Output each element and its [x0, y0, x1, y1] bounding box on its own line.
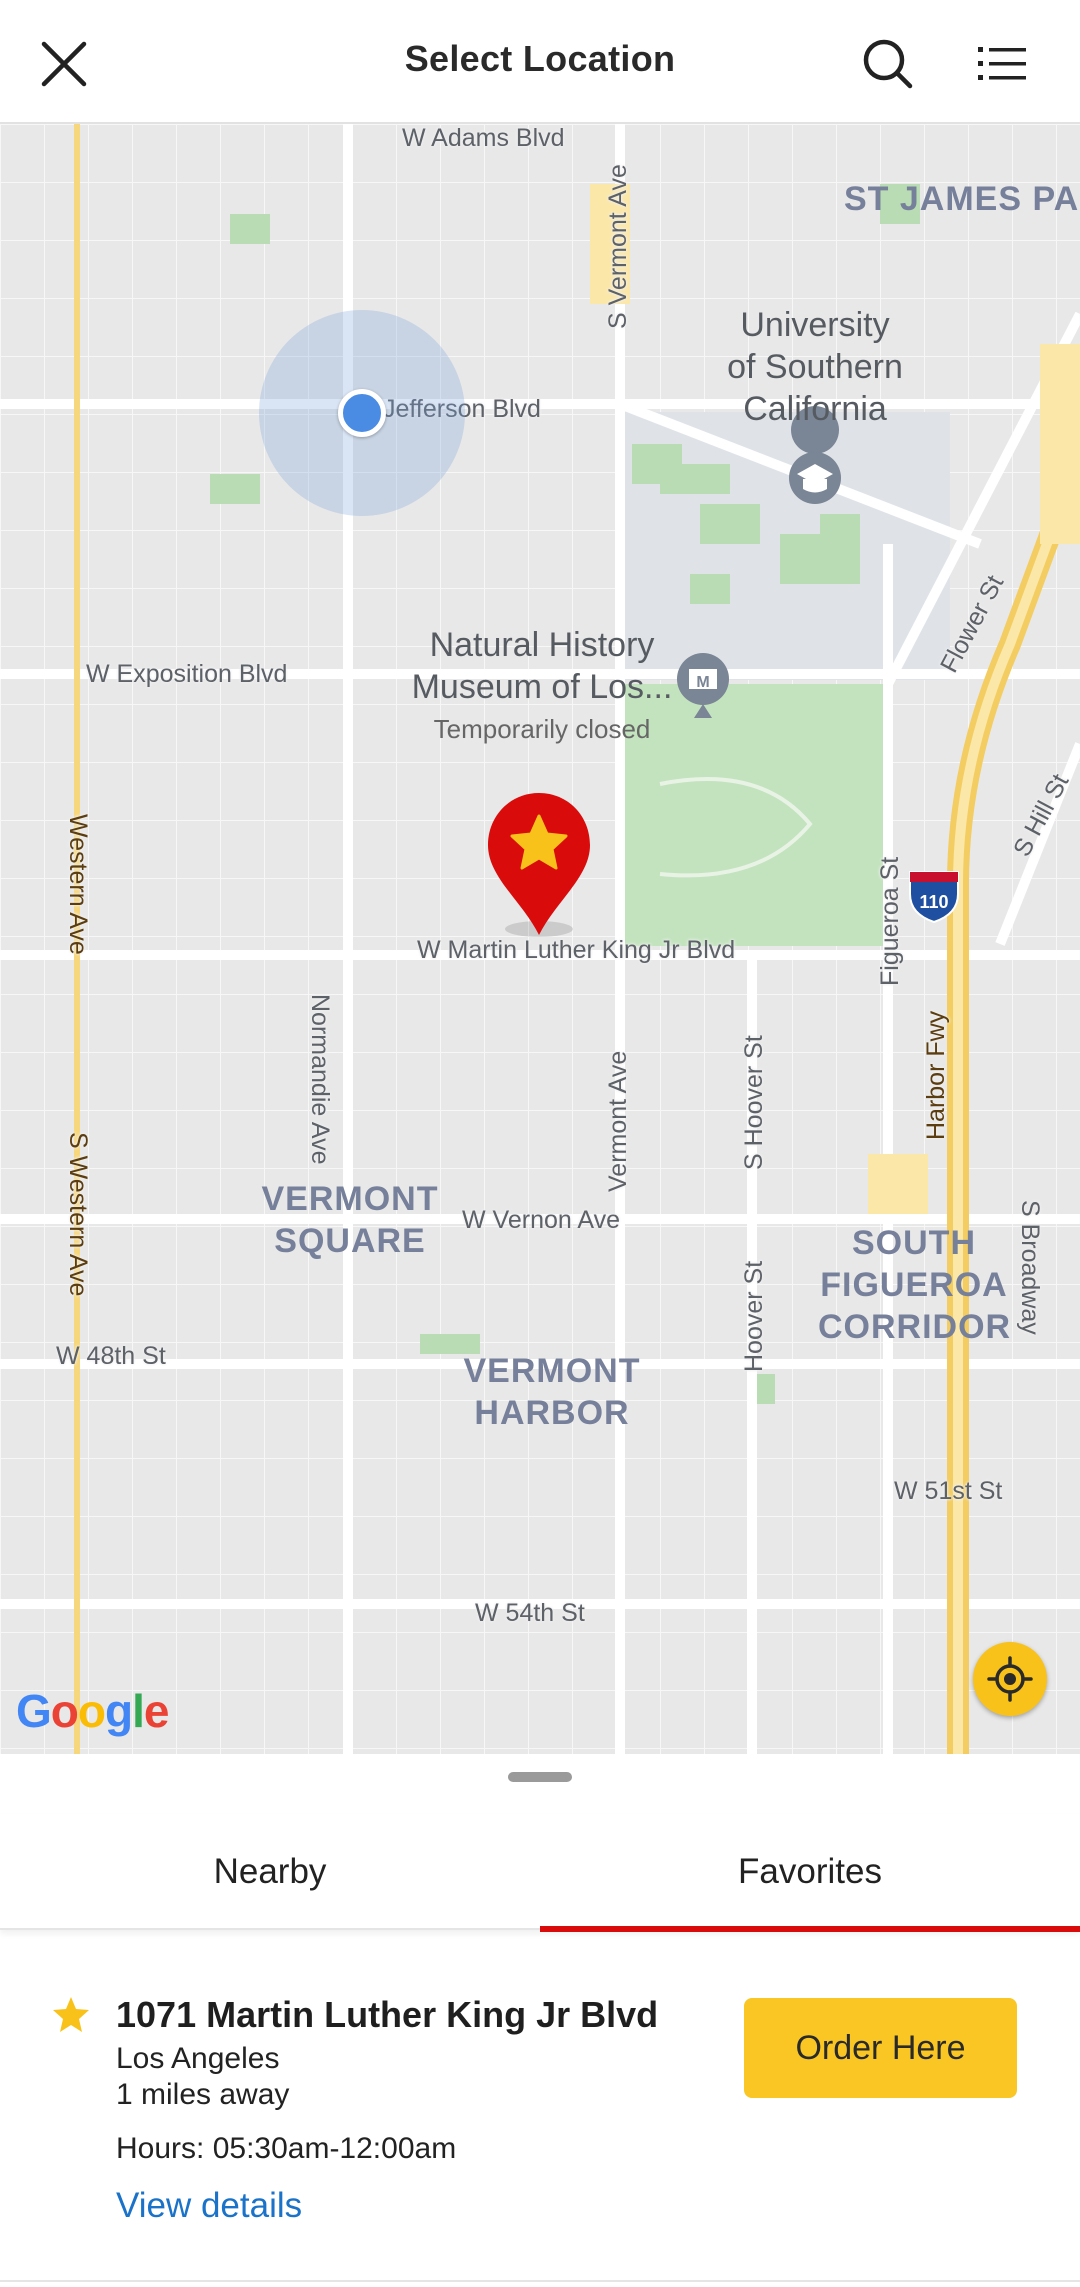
- street-label-s-vermont: S Vermont Ave: [604, 164, 632, 329]
- list-view-button[interactable]: [962, 24, 1042, 104]
- street-label-w51: W 51st St: [894, 1477, 1003, 1505]
- neighborhood-south-figueroa-corridor: SOUTH FIGUEROA CORRIDOR: [818, 1224, 1012, 1346]
- street-label-s-broadway: S Broadway: [1016, 1200, 1044, 1335]
- tab-label: Nearby: [213, 1852, 327, 1891]
- drag-handle[interactable]: [508, 1772, 572, 1782]
- location-name: 1071 Martin Luther King Jr Blvd: [116, 1994, 659, 2035]
- street-label-vermont: Vermont Ave: [604, 1050, 632, 1192]
- street-label-vernon: W Vernon Ave: [462, 1206, 620, 1234]
- tab-label: Favorites: [738, 1852, 882, 1891]
- order-here-button[interactable]: Order Here: [744, 1998, 1017, 2098]
- google-logo: Google: [16, 1685, 169, 1737]
- poi-status: Temporarily closed: [433, 714, 651, 744]
- svg-text:M: M: [696, 674, 709, 691]
- location-card[interactable]: 1071 Martin Luther King Jr Blvd Los Ange…: [0, 1930, 1080, 2230]
- street-label-w48: W 48th St: [56, 1342, 166, 1370]
- street-label-western: Western Ave: [64, 814, 92, 955]
- tab-nearby[interactable]: Nearby: [0, 1814, 540, 1930]
- street-label-exposition: W Exposition Blvd: [86, 660, 288, 688]
- location-city: Los Angeles: [116, 2042, 280, 2075]
- poi-usc-label[interactable]: University of Southern California: [700, 304, 930, 430]
- locations-bottom-sheet: Nearby Favorites 1071 Martin Luther King…: [0, 1754, 1080, 2287]
- map-view[interactable]: 110 M W Adams Blvd Jefferson Blvd W Expo…: [0, 124, 1080, 1754]
- current-location-dot: [338, 389, 386, 437]
- location-tabs: Nearby Favorites: [0, 1814, 1080, 1932]
- view-details-link[interactable]: View details: [116, 2186, 302, 2226]
- location-distance: 1 miles away: [116, 2078, 290, 2111]
- street-label-hoover: Hoover St: [740, 1260, 768, 1372]
- star-icon[interactable]: [50, 1994, 92, 2036]
- crosshair-icon: [987, 1656, 1033, 1702]
- close-icon: [41, 41, 87, 87]
- search-icon: [863, 39, 913, 89]
- search-button[interactable]: [848, 24, 928, 104]
- neighborhood-vermont-square: VERMONT SQUARE: [261, 1180, 439, 1260]
- neighborhood-st-james-park: ST JAMES PARK: [844, 180, 1080, 218]
- street-label-w54: W 54th St: [475, 1599, 585, 1627]
- list-icon: [978, 47, 1026, 80]
- locate-me-button[interactable]: [973, 1642, 1047, 1716]
- favorite-pin-icon[interactable]: [484, 789, 594, 939]
- location-hours: Hours: 05:30am-12:00am: [116, 2132, 457, 2165]
- poi-natural-history-museum-label[interactable]: Natural History Museum of Los... Tempora…: [392, 624, 692, 750]
- tab-favorites[interactable]: Favorites: [540, 1814, 1080, 1932]
- app-header: Select Location: [0, 0, 1080, 124]
- street-label-harbor-fwy: Harbor Fwy: [922, 1010, 950, 1140]
- close-button[interactable]: [24, 24, 104, 104]
- street-label-mlk: W Martin Luther King Jr Blvd: [417, 936, 736, 964]
- street-label-adams: W Adams Blvd: [402, 124, 565, 152]
- street-label-figueroa: Figueroa St: [876, 856, 904, 986]
- neighborhood-vermont-harbor: VERMONT HARBOR: [463, 1352, 641, 1432]
- svg-text:110: 110: [919, 892, 948, 912]
- street-label-s-hoover: S Hoover St: [740, 1035, 768, 1170]
- street-label-normandie: Normandie Ave: [306, 994, 334, 1165]
- divider: [0, 2280, 1080, 2282]
- street-label-s-western: S Western Ave: [64, 1132, 92, 1297]
